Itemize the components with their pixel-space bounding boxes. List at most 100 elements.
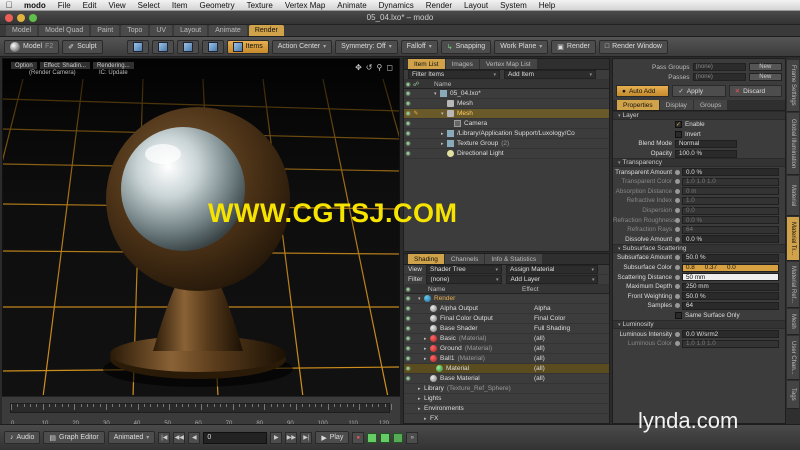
move-view-icon[interactable]: ✥ bbox=[355, 63, 362, 72]
next-key-icon[interactable]: ▶▶ bbox=[285, 431, 298, 444]
tab-display[interactable]: Display bbox=[659, 100, 693, 110]
side-tab[interactable]: Tags bbox=[787, 381, 799, 409]
graph-editor-button[interactable]: ▤ Graph Editor bbox=[43, 431, 105, 444]
tab-uv[interactable]: UV bbox=[150, 25, 173, 36]
channel-dot-icon[interactable] bbox=[675, 341, 680, 347]
auto-add-button[interactable]: ● Auto Add bbox=[616, 85, 670, 97]
tab-images[interactable]: Images bbox=[445, 59, 479, 69]
side-tab[interactable]: Material bbox=[787, 176, 799, 216]
transparency-field[interactable]: 0.0 % bbox=[682, 216, 779, 225]
work-plane-dropdown[interactable]: Work Plane bbox=[494, 39, 549, 54]
record-icon[interactable]: ● bbox=[352, 431, 365, 444]
apple-icon[interactable]:  bbox=[0, 0, 18, 10]
keyframe-all-icon[interactable] bbox=[380, 432, 391, 443]
shader-row[interactable]: ◉ Base Material (all) bbox=[404, 374, 609, 384]
subsurface-color-field[interactable]: 0.8 0.37 0.0 bbox=[682, 263, 779, 272]
transparency-field[interactable]: 0.0 % bbox=[682, 168, 779, 177]
menu-system[interactable]: System bbox=[494, 1, 533, 10]
luminous-color-field[interactable]: 1.0 1.0 1.0 bbox=[682, 339, 779, 348]
view-dropdown[interactable]: Shader Tree bbox=[425, 265, 502, 274]
shader-row[interactable]: ▸ Environments bbox=[404, 404, 609, 414]
tab-layout[interactable]: Layout bbox=[174, 25, 208, 36]
transparency-section[interactable]: Transparency bbox=[613, 158, 785, 168]
channel-dot-icon[interactable] bbox=[675, 274, 680, 280]
side-tab[interactable]: User Chan... bbox=[787, 336, 799, 380]
falloff-dropdown[interactable]: Falloff bbox=[400, 39, 438, 54]
invert-checkbox[interactable] bbox=[675, 130, 682, 138]
discard-button[interactable]: ✕ Discard bbox=[728, 85, 782, 97]
search-icon[interactable]: ⚲ bbox=[377, 63, 383, 72]
menu-file[interactable]: File bbox=[52, 1, 77, 10]
sculpt-button[interactable]: ✐ Sculpt bbox=[62, 39, 103, 54]
select-polygons-button[interactable] bbox=[176, 39, 199, 54]
shader-row[interactable]: ▸ FX bbox=[404, 414, 609, 423]
eye-icon[interactable]: ◉ bbox=[404, 345, 412, 352]
transparency-field[interactable]: 0.0 % bbox=[682, 235, 779, 244]
more-options-icon[interactable]: » bbox=[406, 431, 419, 444]
subsurface-section[interactable]: Subsurface Scattering bbox=[613, 244, 785, 254]
shader-row[interactable]: ▸ Lights bbox=[404, 394, 609, 404]
apply-button[interactable]: ✓ Apply bbox=[672, 85, 726, 97]
menu-animate[interactable]: Animate bbox=[331, 1, 372, 10]
filter-dropdown[interactable]: (none) bbox=[426, 275, 503, 284]
front-weighting-field[interactable]: 50.0 % bbox=[682, 292, 779, 301]
transparency-field[interactable]: 0.0 bbox=[682, 206, 779, 215]
current-frame-input[interactable]: 0 bbox=[203, 431, 268, 444]
item-row[interactable]: ◉ Directional Light bbox=[404, 149, 609, 159]
eye-icon[interactable]: ◉ bbox=[404, 295, 412, 302]
channel-dot-icon[interactable] bbox=[675, 188, 680, 194]
shader-row[interactable]: ◉ Material (all) bbox=[404, 364, 609, 374]
select-edges-button[interactable] bbox=[151, 39, 174, 54]
subsurface-color-b[interactable]: 0.0 bbox=[727, 264, 736, 271]
pass-groups-dropdown[interactable]: (none) bbox=[692, 63, 746, 71]
blend-mode-dropdown[interactable]: Normal bbox=[675, 139, 737, 148]
menu-dynamics[interactable]: Dynamics bbox=[373, 1, 420, 10]
eye-icon[interactable]: ◉ bbox=[404, 355, 412, 362]
tab-channels[interactable]: Channels bbox=[444, 254, 485, 264]
samples-field[interactable]: 64 bbox=[682, 301, 779, 310]
tab-item-list[interactable]: Item List bbox=[408, 59, 445, 69]
shader-row[interactable]: ◉ ▸ Basic (Material) (all) bbox=[404, 334, 609, 344]
tab-info-statistics[interactable]: Info & Statistics bbox=[485, 254, 543, 264]
shader-row[interactable]: ◉ Final Color Output Final Color bbox=[404, 314, 609, 324]
add-layer-dropdown[interactable]: Add Layer bbox=[506, 275, 599, 284]
eye-icon[interactable]: ◉ bbox=[404, 305, 412, 312]
eye-icon[interactable]: ◉ bbox=[404, 110, 412, 117]
channel-dot-icon[interactable] bbox=[675, 303, 680, 309]
menu-app[interactable]: modo bbox=[18, 1, 52, 10]
same-surface-checkbox[interactable] bbox=[675, 311, 682, 319]
select-materials-button[interactable] bbox=[201, 39, 224, 54]
reset-view-icon[interactable]: ↺ bbox=[366, 63, 373, 72]
eye-icon[interactable]: ◉ bbox=[404, 335, 412, 342]
channel-dot-icon[interactable] bbox=[675, 169, 680, 175]
tab-vertex-map-list[interactable]: Vertex Map List bbox=[479, 59, 537, 69]
tab-paint[interactable]: Paint bbox=[91, 25, 120, 36]
menu-render[interactable]: Render bbox=[420, 1, 458, 10]
maximize-icon[interactable]: ◻ bbox=[386, 63, 393, 72]
add-item-dropdown[interactable]: Add Item bbox=[504, 70, 596, 79]
menu-edit[interactable]: Edit bbox=[77, 1, 103, 10]
shader-row[interactable]: ◉ ▸ Ball1 (Material) (all) bbox=[404, 354, 609, 364]
shader-row[interactable]: ◉ ▸ Ground (Material) (all) bbox=[404, 344, 609, 354]
channel-dot-icon[interactable] bbox=[675, 198, 680, 204]
prev-key-icon[interactable]: ◀◀ bbox=[173, 431, 186, 444]
channel-dot-icon[interactable] bbox=[675, 284, 680, 290]
enable-checkbox[interactable]: ✓ bbox=[675, 121, 682, 129]
shader-row[interactable]: ◉ Base Shader Full Shading bbox=[404, 324, 609, 334]
autokey-icon[interactable] bbox=[393, 432, 404, 443]
prev-frame-icon[interactable]: ◀ bbox=[188, 431, 201, 444]
item-row[interactable]: ◉ ▸/Library/Application Support/Luxology/… bbox=[404, 129, 609, 139]
passes-dropdown[interactable]: (none) bbox=[692, 73, 746, 81]
opacity-field[interactable]: 100.0 % bbox=[675, 149, 737, 158]
zoom-window-icon[interactable] bbox=[29, 14, 37, 22]
shader-name-header[interactable]: Name bbox=[412, 286, 522, 293]
menu-view[interactable]: View bbox=[102, 1, 131, 10]
shader-row[interactable]: ◉ ▾ Render bbox=[404, 294, 609, 304]
side-tab[interactable]: Frame Settings bbox=[787, 60, 799, 112]
layer-section[interactable]: Layer bbox=[613, 111, 785, 120]
menu-geometry[interactable]: Geometry bbox=[193, 1, 240, 10]
item-row[interactable]: ◉ ▾ 05_04.lxo* bbox=[404, 89, 609, 99]
transparency-field[interactable]: 1.0 1.0 1.0 bbox=[682, 177, 779, 186]
item-row[interactable]: ◉ ▸ Texture Group (2) bbox=[404, 139, 609, 149]
menu-layout[interactable]: Layout bbox=[458, 1, 494, 10]
